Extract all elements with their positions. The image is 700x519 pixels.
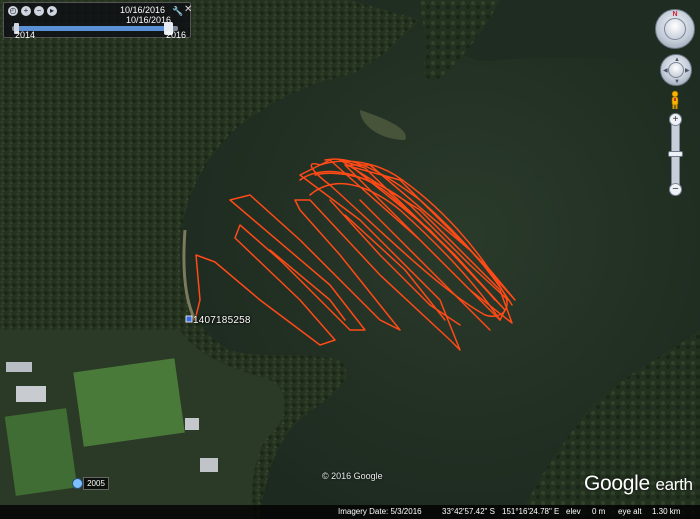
building: [16, 386, 46, 402]
latitude-readout: 33°42'57.42" S: [442, 507, 495, 516]
time-slider-start-year: 2014: [15, 30, 36, 40]
building: [6, 362, 32, 372]
arrow-right-icon[interactable]: ▶: [685, 68, 690, 74]
status-bar: Imagery Date: 5/3/2016 33°42'57.42" S 15…: [0, 505, 700, 519]
close-icon[interactable]: ✕: [184, 5, 192, 15]
sports-field-2: [4, 408, 78, 496]
satellite-map[interactable]: [0, 0, 700, 519]
brand-main: Google: [584, 472, 650, 495]
time-slider-range: [16, 26, 166, 31]
time-slider-end-year: 2016: [166, 30, 187, 40]
street-view-pegman-icon[interactable]: [669, 90, 681, 110]
compass-control[interactable]: N: [655, 9, 695, 49]
placemark-label[interactable]: 1407185258: [193, 315, 251, 326]
play-icon[interactable]: ▸: [47, 6, 57, 16]
zoom-out-button[interactable]: −: [669, 183, 682, 196]
google-earth-logo: Google earth: [584, 472, 693, 496]
sports-field: [73, 358, 185, 447]
zoom-slider-handle[interactable]: [668, 151, 683, 157]
zoom-in-button[interactable]: +: [669, 113, 682, 126]
longitude-readout: 151°16'24.78" E: [502, 507, 560, 516]
look-center-icon[interactable]: [668, 62, 684, 78]
historical-imagery-icon[interactable]: [72, 478, 83, 489]
copyright-text: © 2016 Google: [322, 471, 383, 481]
time-slider-date-top: 10/16/2016: [120, 5, 166, 15]
placemark-pin-icon[interactable]: [185, 315, 193, 323]
zoom-in-icon[interactable]: +: [21, 6, 31, 16]
settings-wrench-icon[interactable]: 🔧: [172, 6, 183, 16]
historical-imagery-year[interactable]: 2005: [83, 477, 109, 490]
time-slider-panel: ◴ + − ▸ 10/16/2016 10/16/2016 🔧 ✕ 2014 2…: [3, 2, 192, 40]
eye-alt-label: eye alt: [618, 507, 642, 516]
building: [200, 458, 218, 472]
building: [185, 418, 199, 430]
look-joystick[interactable]: ▲ ▼ ◀ ▶: [660, 54, 692, 86]
elevation-label: elev: [566, 507, 581, 516]
elevation-value: 0 m: [592, 507, 606, 516]
compass-center-icon[interactable]: [664, 18, 686, 40]
north-label: N: [672, 11, 678, 18]
eye-alt-value: 1.30 km: [652, 507, 681, 516]
zoom-out-icon[interactable]: −: [34, 6, 44, 16]
clock-icon[interactable]: ◴: [8, 6, 18, 16]
arrow-down-icon[interactable]: ▼: [674, 79, 680, 85]
imagery-date: Imagery Date: 5/3/2016: [338, 507, 422, 516]
brand-sub: earth: [655, 475, 693, 494]
arrow-left-icon[interactable]: ◀: [663, 68, 668, 74]
